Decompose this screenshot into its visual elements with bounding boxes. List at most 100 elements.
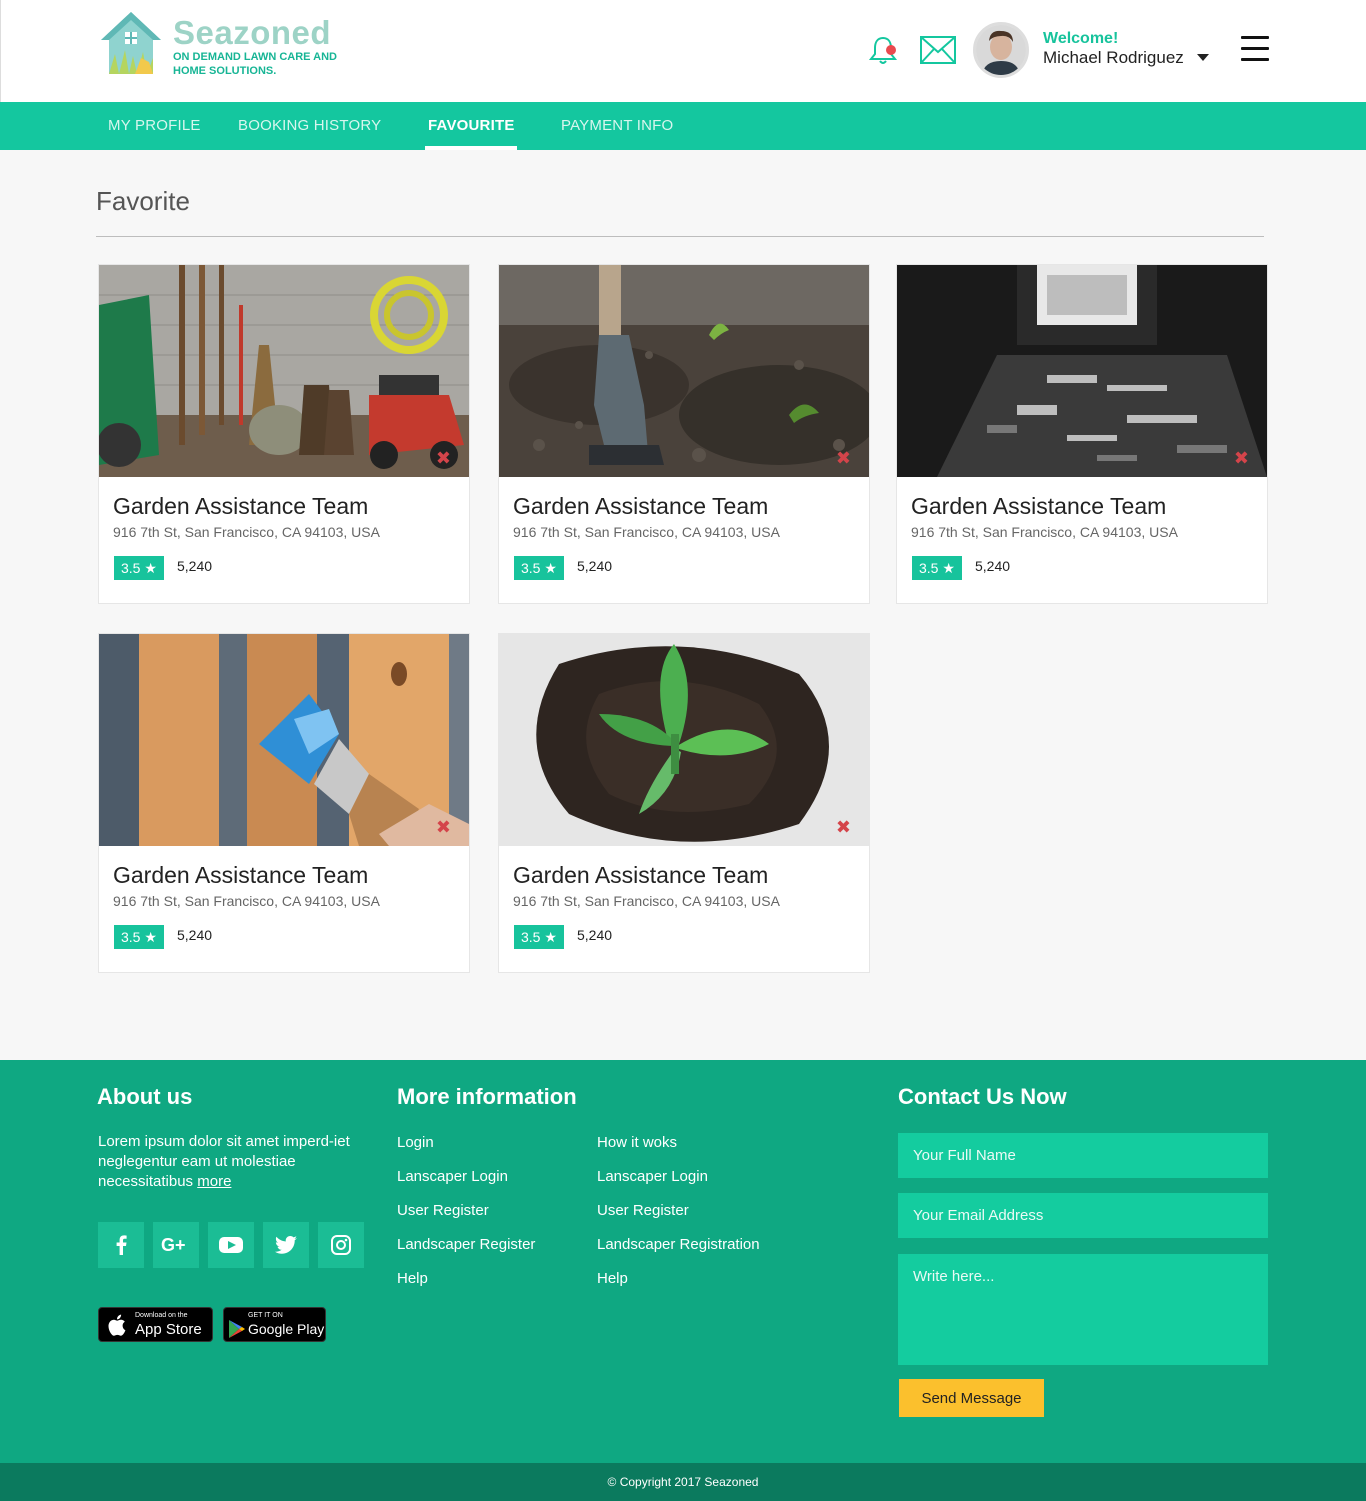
site-header: Seazoned ON DEMAND LAWN CARE AND HOME SO… [0,0,1366,102]
rating-value: 3.5 [919,560,939,576]
review-count: 5,240 [177,558,213,574]
rating-value: 3.5 [121,560,141,576]
star-icon: ★ [144,929,157,945]
rating-value: 3.5 [121,929,141,945]
email-input[interactable] [898,1193,1268,1238]
remove-favourite-icon[interactable]: ✖ [436,818,451,836]
card-title[interactable]: Garden Assistance Team [113,493,368,520]
footer-link[interactable]: How it woks [597,1134,677,1151]
card-address: 916 7th St, San Francisco, CA 94103, USA [113,893,380,909]
app-store-small-label: Download on the [135,1312,188,1319]
more-link[interactable]: more [197,1173,231,1190]
mail-icon[interactable] [920,36,956,64]
tab-booking-history[interactable]: BOOKING HISTORY [238,102,381,150]
site-footer: About us Lorem ipsum dolor sit amet impe… [0,1060,1366,1463]
about-text: Lorem ipsum dolor sit amet imperd-iet ne… [98,1132,368,1192]
rating-badge: 3.5 ★ [114,925,164,949]
apple-icon [108,1314,126,1336]
review-count: 5,240 [577,558,613,574]
copyright: © Copyright 2017 Seazoned [0,1463,1366,1501]
tab-payment-info[interactable]: PAYMENT INFO [561,102,673,150]
divider [96,236,1264,237]
card-address: 916 7th St, San Francisco, CA 94103, USA [513,893,780,909]
google-play-label: Google Play [248,1321,325,1337]
footer-link[interactable]: Lanscaper Login [397,1168,508,1185]
user-photo [976,25,1026,75]
hamburger-menu-icon[interactable] [1241,36,1269,62]
tab-favourite[interactable]: FAVOURITE [428,102,515,150]
twitter-icon[interactable] [263,1222,309,1268]
card-address: 916 7th St, San Francisco, CA 94103, USA [513,524,780,540]
app-store-button[interactable]: Download on the App Store [98,1307,213,1342]
remove-favourite-icon[interactable]: ✖ [1234,449,1249,467]
favourite-card[interactable]: ✖ Garden Assistance Team 916 7th St, San… [896,264,1268,604]
svg-text:G+: G+ [161,1235,186,1255]
shovel-soil-photo [499,265,869,477]
profile-tabs: MY PROFILE BOOKING HISTORY FAVOURITE PAY… [0,102,1366,150]
star-icon: ★ [544,560,557,576]
review-count: 5,240 [177,927,213,943]
footer-link[interactable]: Login [397,1134,434,1151]
footer-link[interactable]: Help [397,1270,428,1287]
rating-badge: 3.5 ★ [514,556,564,580]
username[interactable]: Michael Rodriguez [1043,48,1184,68]
logo-tagline: ON DEMAND LAWN CARE AND HOME SOLUTIONS. [173,51,337,77]
google-play-button[interactable]: GET IT ON Google Play [223,1307,326,1342]
card-title[interactable]: Garden Assistance Team [513,862,768,889]
message-textarea[interactable] [898,1254,1268,1365]
chevron-down-icon[interactable] [1197,54,1209,61]
full-name-input[interactable] [898,1133,1268,1178]
welcome-label: Welcome! [1043,30,1119,47]
house-logo-icon [101,12,161,74]
review-count: 5,240 [577,927,613,943]
card-title[interactable]: Garden Assistance Team [911,493,1166,520]
footer-link[interactable]: Landscaper Register [397,1236,535,1253]
star-icon: ★ [942,560,955,576]
card-address: 916 7th St, San Francisco, CA 94103, USA [113,524,380,540]
workbench-tools-photo [897,265,1267,477]
page-title: Favorite [96,186,190,216]
youtube-icon[interactable] [208,1222,254,1268]
more-info-heading: More information [397,1084,577,1109]
notification-bell-icon[interactable] [867,34,899,66]
footer-link[interactable]: Lanscaper Login [597,1168,708,1185]
tab-my-profile[interactable]: MY PROFILE [108,102,201,150]
painting-wood-photo [99,634,469,846]
avatar[interactable] [973,22,1029,78]
card-title[interactable]: Garden Assistance Team [113,862,368,889]
seedling-photo [499,634,869,846]
favourite-card[interactable]: ✖ Garden Assistance Team 916 7th St, San… [98,633,470,973]
rating-badge: 3.5 ★ [114,556,164,580]
rating-badge: 3.5 ★ [514,925,564,949]
footer-link[interactable]: Help [597,1270,628,1287]
footer-link[interactable]: Landscaper Registration [597,1236,760,1253]
favourite-card[interactable]: ✖ Garden Assistance Team 916 7th St, San… [98,264,470,604]
rating-value: 3.5 [521,929,541,945]
logo[interactable]: Seazoned ON DEMAND LAWN CARE AND HOME SO… [97,10,347,80]
favourite-card[interactable]: ✖ Garden Assistance Team 916 7th St, San… [498,264,870,604]
star-icon: ★ [544,929,557,945]
instagram-icon[interactable] [318,1222,364,1268]
star-icon: ★ [144,560,157,576]
app-store-label: App Store [135,1321,202,1338]
garden-tools-photo [99,265,469,477]
rating-badge: 3.5 ★ [912,556,962,580]
card-title[interactable]: Garden Assistance Team [513,493,768,520]
remove-favourite-icon[interactable]: ✖ [436,449,451,467]
about-heading: About us [97,1084,193,1109]
favourite-card[interactable]: ✖ Garden Assistance Team 916 7th St, San… [498,633,870,973]
remove-favourite-icon[interactable]: ✖ [836,449,851,467]
facebook-icon[interactable] [98,1222,144,1268]
active-tab-indicator [425,146,517,150]
card-address: 916 7th St, San Francisco, CA 94103, USA [911,524,1178,540]
remove-favourite-icon[interactable]: ✖ [836,818,851,836]
contact-heading: Contact Us Now [898,1084,1067,1109]
review-count: 5,240 [975,558,1011,574]
google-plus-icon[interactable]: G+ [153,1222,199,1268]
rating-value: 3.5 [521,560,541,576]
footer-link[interactable]: User Register [397,1202,489,1219]
footer-link[interactable]: User Register [597,1202,689,1219]
logo-title: Seazoned [173,14,332,51]
send-message-button[interactable]: Send Message [899,1379,1044,1417]
google-play-small-label: GET IT ON [248,1312,283,1319]
